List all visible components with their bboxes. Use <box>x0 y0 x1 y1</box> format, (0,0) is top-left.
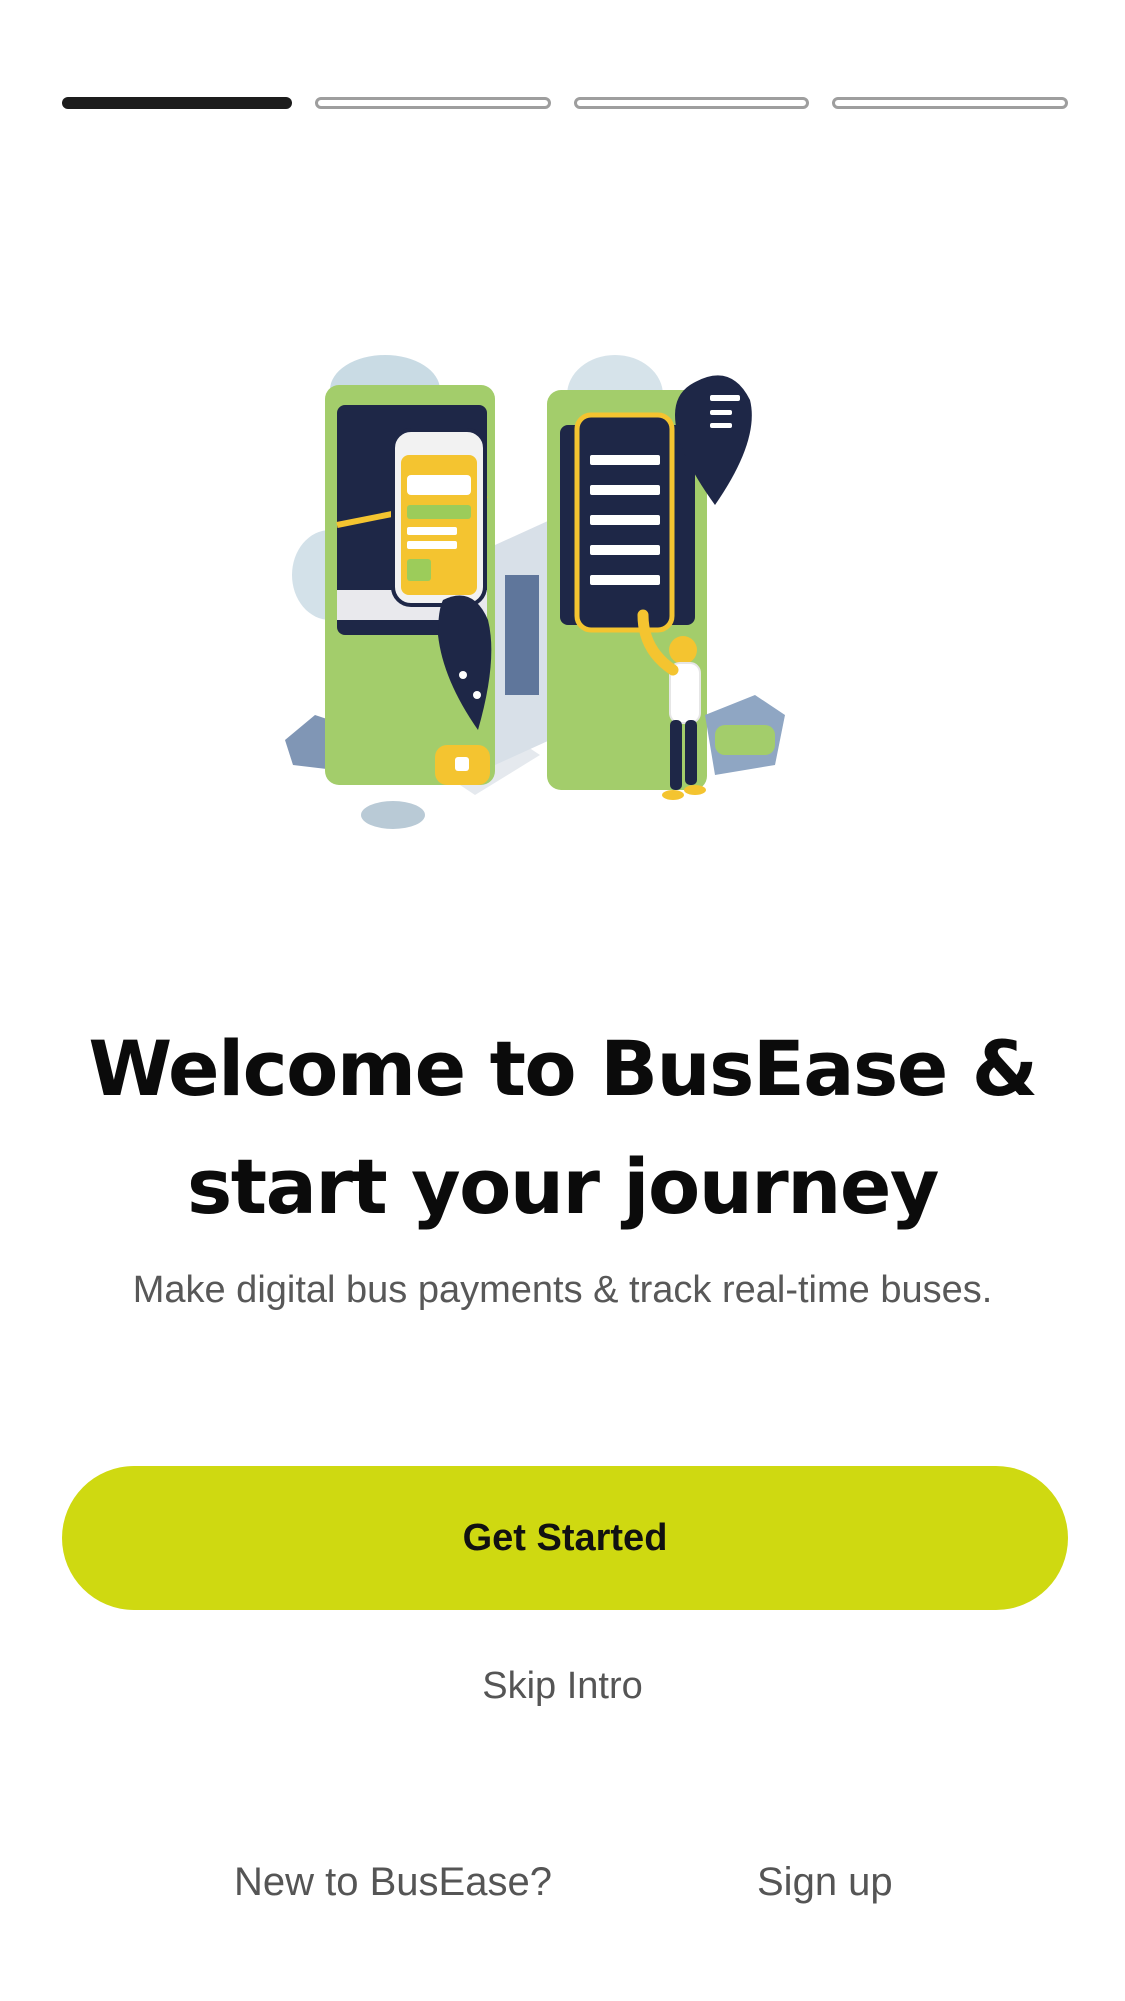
onboarding-progress <box>62 97 1068 109</box>
headline-line-1: Welcome to BusEase & <box>88 1024 1038 1113</box>
headline-line-2: start your journey <box>187 1142 939 1231</box>
get-started-button[interactable]: Get Started <box>62 1466 1068 1610</box>
welcome-headline: Welcome to BusEase & start your journey <box>40 1010 1085 1246</box>
new-user-prompt: New to BusEase? <box>234 1860 552 1904</box>
progress-step-1 <box>62 97 292 109</box>
welcome-subtitle: Make digital bus payments & track real-t… <box>132 1269 993 1311</box>
progress-step-2 <box>314 97 551 109</box>
progress-step-3 <box>573 97 810 109</box>
bus-app-phones-illustration <box>285 355 785 829</box>
skip-intro-link[interactable]: Skip Intro <box>0 1662 1125 1710</box>
progress-step-4 <box>832 97 1068 109</box>
signup-footer: New to BusEase? Sign up <box>0 1857 1125 1907</box>
sign-up-link[interactable]: Sign up <box>757 1857 893 1907</box>
